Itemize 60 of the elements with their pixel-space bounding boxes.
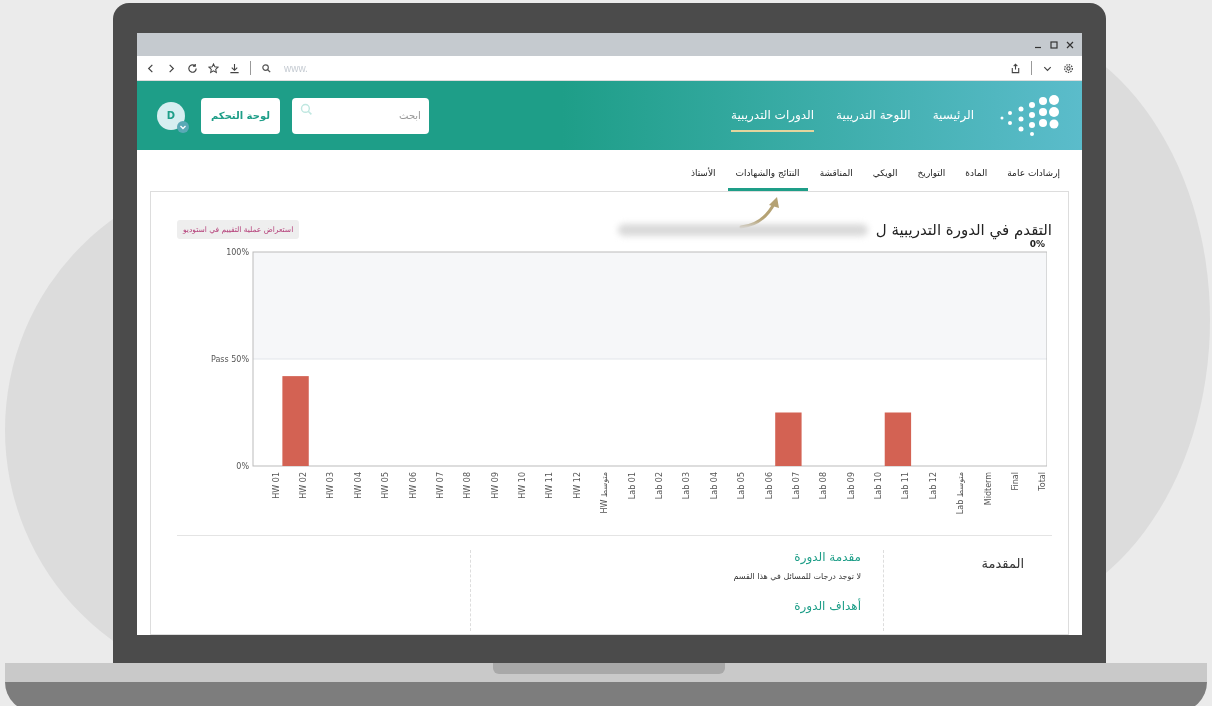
x-tick-label: Lab 10 — [874, 472, 884, 500]
x-tick-label: Final — [1010, 472, 1020, 491]
x-tick-label: Lab 09 — [846, 472, 856, 500]
x-tick-label: Lab 06 — [764, 472, 774, 500]
download-icon[interactable] — [229, 62, 240, 74]
x-tick-label: Lab 12 — [928, 472, 938, 500]
x-tick-label: Lab 04 — [709, 472, 719, 500]
x-tick-label: Lab 03 — [682, 472, 692, 500]
section-heading: أهداف الدورة — [793, 599, 861, 613]
forward-icon[interactable] — [166, 62, 177, 74]
total-percentage: 0% — [1029, 239, 1045, 249]
x-tick-label: Lab 11 — [901, 472, 911, 500]
x-tick-label: Lab متوسط — [956, 472, 966, 515]
reload-icon[interactable] — [187, 62, 198, 74]
x-tick-label: Lab 07 — [791, 472, 801, 500]
chevron-down-icon — [177, 120, 189, 133]
tab[interactable]: الويكي — [864, 160, 906, 191]
x-tick-label: Lab 08 — [819, 472, 829, 500]
progress-heading: التقدم في الدورة التدريبية ل — [875, 220, 1052, 239]
search-field[interactable]: ابحث — [291, 97, 429, 134]
x-tick-label: Total — [1038, 472, 1047, 491]
x-tick-label: HW 03 — [326, 472, 336, 499]
search-icon — [299, 102, 313, 116]
x-tick-label: Lab 05 — [737, 472, 747, 500]
tab[interactable]: إرشادات عامة — [999, 160, 1068, 191]
y-tick-label: Pass 50% — [210, 355, 249, 364]
x-tick-label: HW متوسط — [600, 472, 610, 514]
back-icon[interactable] — [145, 62, 156, 74]
maximize-icon[interactable] — [1050, 40, 1058, 49]
section-text: لا توجد درجات للمسائل في هذا القسم — [732, 572, 861, 581]
score-bar — [884, 412, 912, 466]
y-tick-label: 0% — [236, 462, 249, 471]
x-tick-label: HW 05 — [381, 472, 391, 499]
x-tick-label: HW 10 — [518, 472, 528, 499]
x-tick-label: HW 11 — [545, 472, 555, 499]
x-tick-label: HW 09 — [490, 472, 500, 499]
search-icon — [261, 62, 272, 74]
x-tick-label: HW 08 — [463, 472, 473, 499]
x-tick-label: HW 04 — [353, 472, 363, 499]
x-tick-label: HW 01 — [271, 472, 281, 499]
tab[interactable]: التواريخ — [909, 160, 954, 191]
star-icon[interactable] — [208, 62, 219, 74]
x-tick-label: HW 02 — [299, 472, 309, 499]
settings-icon[interactable] — [1063, 62, 1074, 74]
section-title: المقدمة — [980, 555, 1025, 573]
x-tick-label: Lab 01 — [627, 472, 637, 500]
x-tick-label: Midterm — [983, 472, 993, 506]
section-heading: مقدمة الدورة — [793, 550, 861, 564]
tab[interactable]: المناقشة — [811, 160, 861, 191]
x-tick-label: Lab 02 — [655, 472, 664, 500]
tab[interactable]: المادة — [957, 160, 996, 191]
x-tick-label: HW 07 — [435, 472, 445, 499]
y-tick-label: 100% — [226, 248, 249, 257]
x-tick-label: HW 12 — [572, 472, 582, 499]
close-icon[interactable] — [1066, 40, 1074, 49]
x-tick-label: HW 06 — [408, 472, 418, 499]
score-bar — [775, 412, 802, 466]
tab[interactable]: الأستاذ — [682, 160, 724, 191]
tab[interactable]: النتائج والشهادات — [727, 160, 808, 191]
share-icon[interactable] — [1010, 62, 1021, 74]
